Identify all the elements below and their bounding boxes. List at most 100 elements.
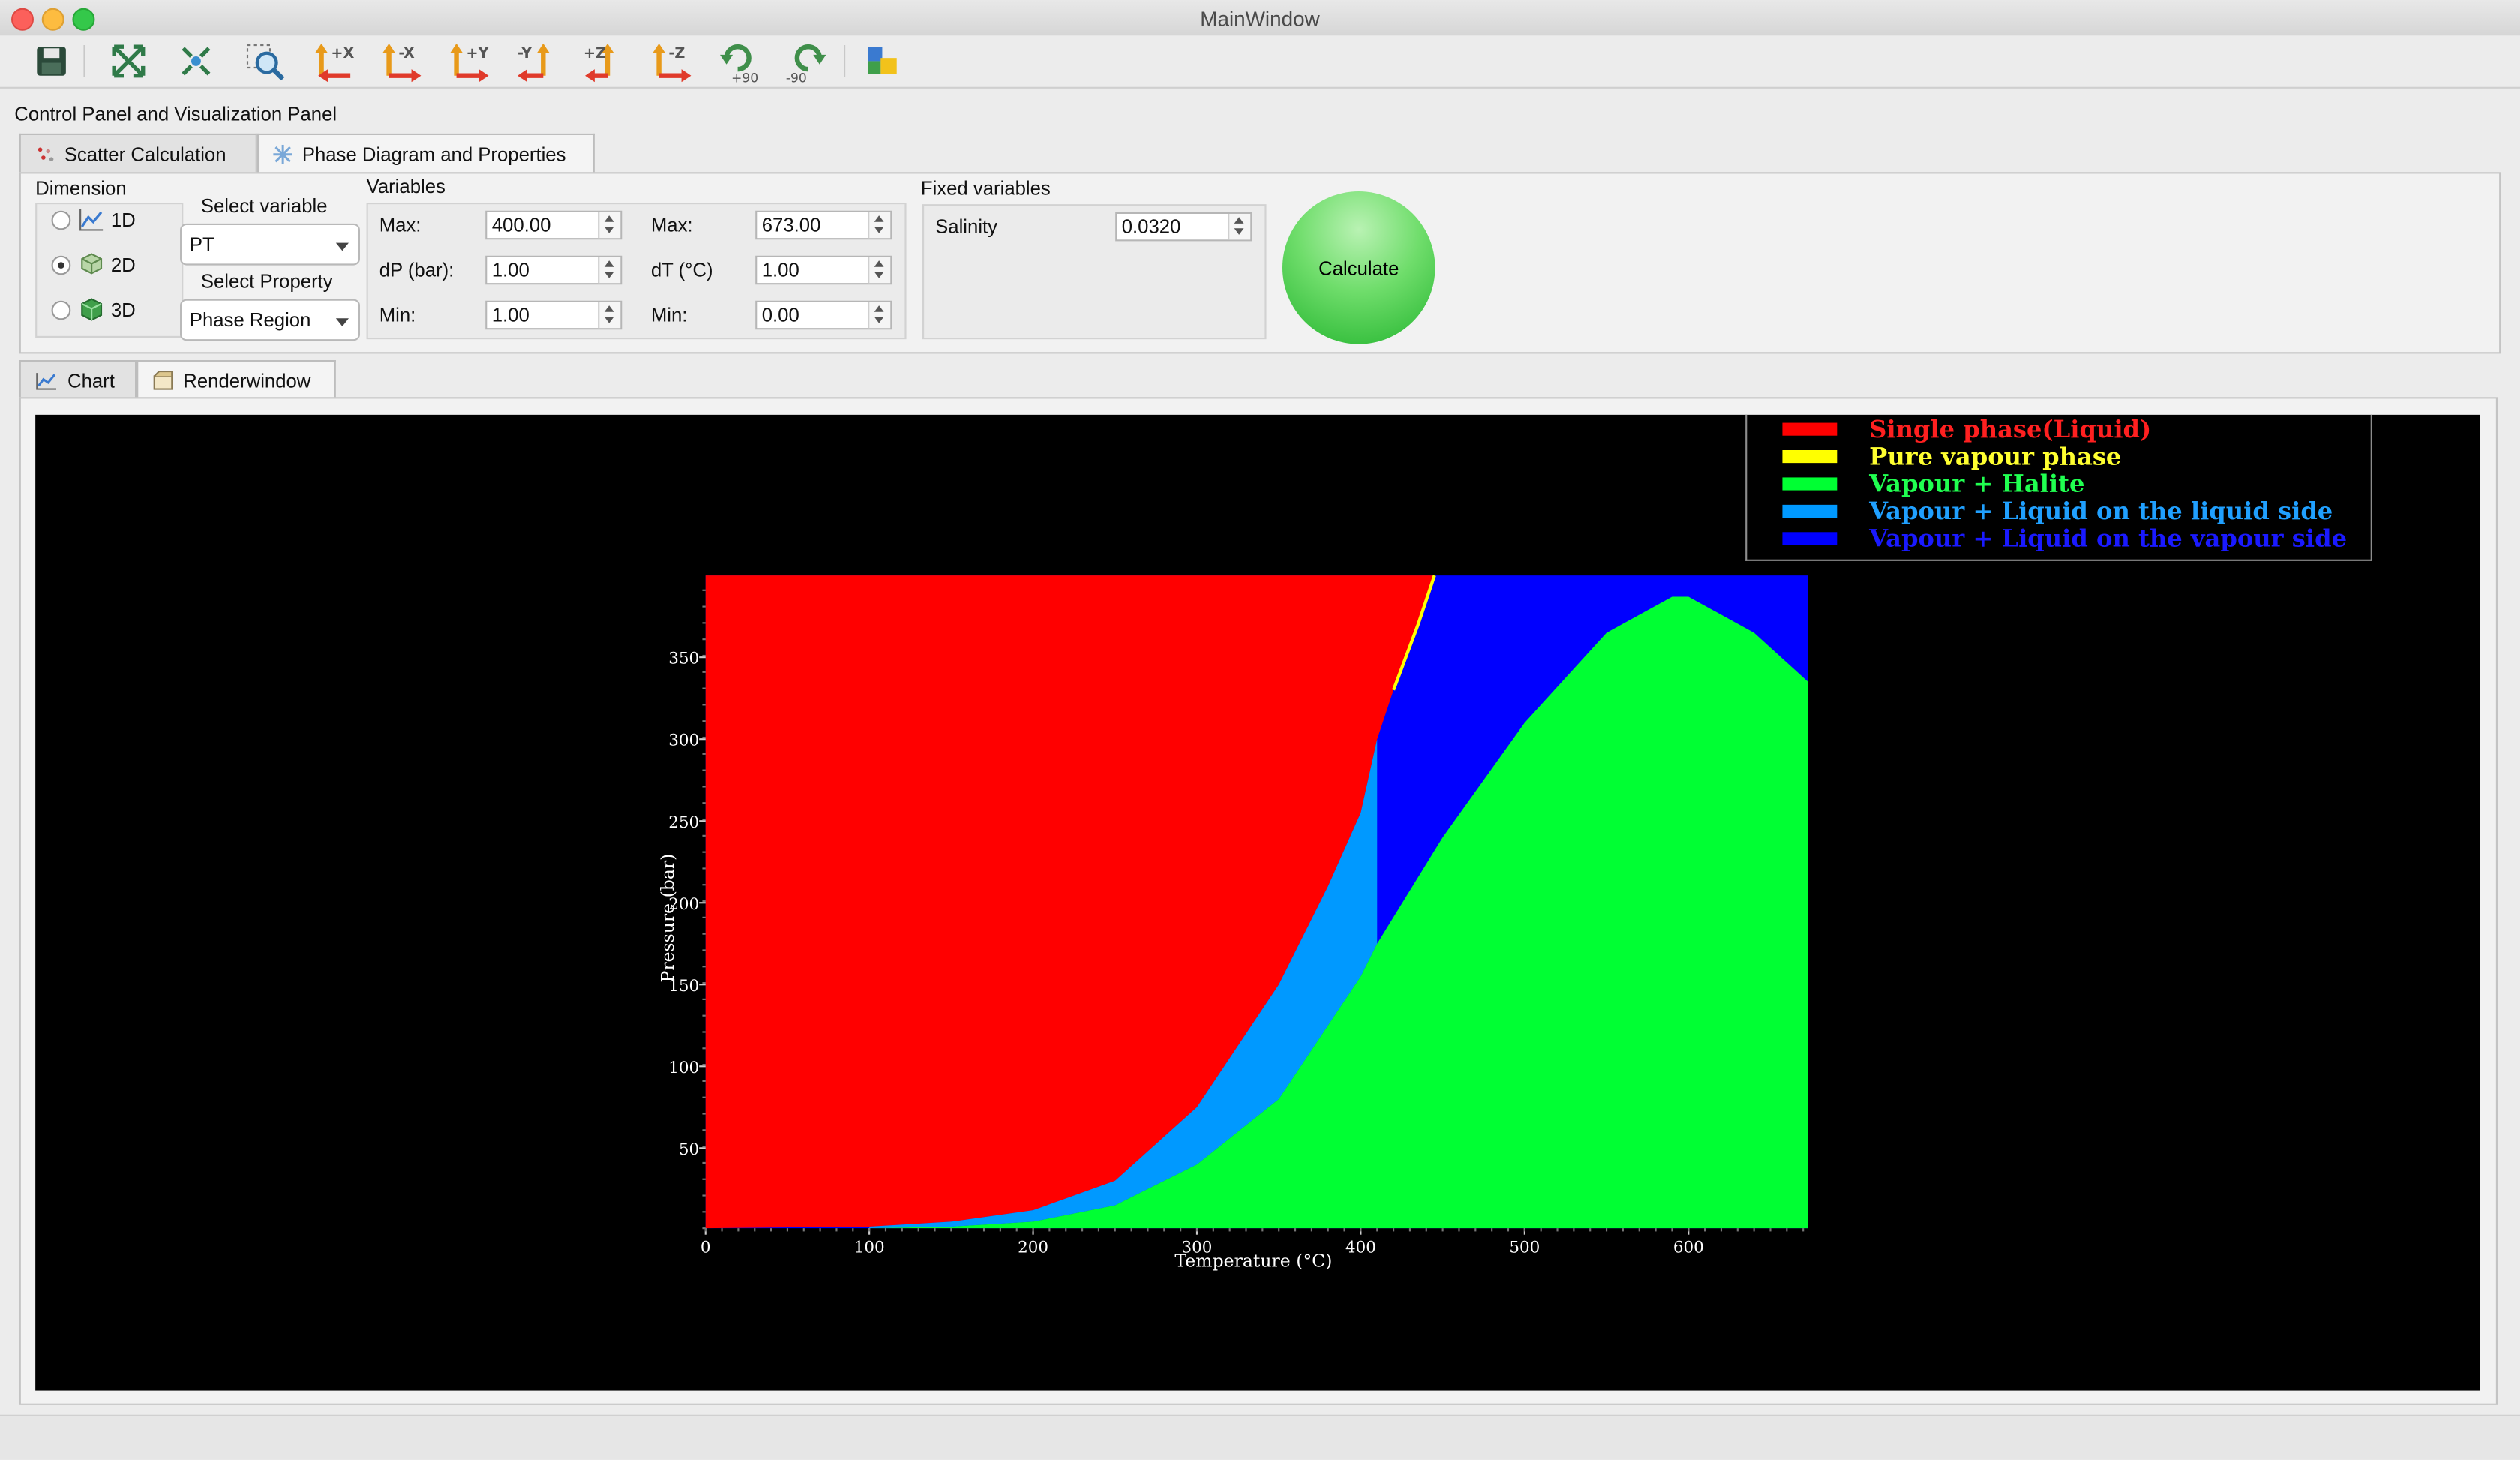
legend-item: Pure vapour phase (1782, 441, 2121, 470)
main-toolbar: +X -X +Y -Y +Z -Z +90 -90 (0, 35, 2520, 89)
y-tick-label: 300 (668, 732, 699, 750)
arrow-up-icon (1234, 217, 1244, 224)
spin-buttons[interactable] (1228, 214, 1251, 240)
view-plus-y-button[interactable]: +Y (447, 41, 492, 83)
dimension-3d-radio[interactable] (51, 300, 71, 320)
salinity-spinbox[interactable]: 0.0320 (1115, 212, 1252, 242)
temperature-min-spinbox[interactable]: 0.00 (755, 300, 892, 330)
svg-text:-Y: -Y (518, 44, 532, 62)
rotate-minus-90-icon: -90 (786, 44, 826, 83)
spin-buttons[interactable] (868, 257, 891, 284)
dimension-1d-radio[interactable] (51, 210, 71, 230)
arrow-down-icon (604, 227, 614, 233)
view-plus-z-button[interactable]: +Z (582, 41, 627, 83)
salinity-label: Salinity (935, 215, 998, 239)
arrow-up-icon (874, 305, 884, 312)
surface-icon (81, 253, 103, 275)
tab-chart[interactable]: Chart (19, 360, 137, 399)
view-plus-x-icon: +X (315, 43, 355, 83)
select-property-value: Phase Region (189, 308, 311, 332)
zoom-region-button[interactable] (243, 41, 288, 83)
tab-chart-label: Chart (68, 368, 115, 392)
chart-legend: Single phase(Liquid) Pure vapour phase V… (1745, 414, 2372, 561)
variables-title: Variables (366, 175, 446, 198)
y-tick-label: 100 (668, 1059, 699, 1077)
salinity-value: 0.0320 (1121, 215, 1181, 239)
select-variable-label: Select variable (200, 194, 328, 218)
dimension-2d-label: 2D (110, 254, 136, 277)
select-property-label: Select Property (200, 270, 333, 293)
title-bar: MainWindow (0, 0, 2520, 38)
temperature-max-label: Max: (650, 214, 693, 236)
line-chart-icon (80, 209, 104, 231)
view-minus-x-button[interactable]: -X (380, 41, 424, 83)
x-tick-label: 400 (1346, 1238, 1376, 1257)
layers-button[interactable] (860, 41, 904, 83)
spin-buttons[interactable] (868, 212, 891, 239)
select-variable-dropdown[interactable]: PT (180, 223, 360, 266)
pressure-min-label: Min: (379, 304, 416, 326)
line-chart-icon (36, 372, 56, 389)
arrow-down-icon (874, 272, 884, 278)
fit-view-icon (112, 44, 146, 78)
scatter-view-button[interactable] (173, 41, 218, 83)
save-button[interactable] (29, 41, 74, 83)
spin-buttons[interactable] (598, 212, 621, 239)
view-minus-z-button[interactable]: -Z (650, 41, 694, 83)
pressure-max-spinbox[interactable]: 400.00 (485, 210, 622, 240)
render-window-icon (153, 371, 173, 390)
rotate-plus-90-icon: +90 (720, 44, 758, 83)
spin-buttons[interactable] (598, 302, 621, 329)
rotate-plus-90-button[interactable]: +90 (717, 41, 762, 83)
legend-item: Vapour + Liquid on the liquid side (1782, 496, 2332, 525)
tab-renderwindow[interactable]: Renderwindow (136, 360, 336, 401)
scatter-icon (38, 146, 54, 161)
x-tick-label: 500 (1509, 1238, 1540, 1257)
arrow-down-icon (874, 227, 884, 233)
x-tick-label: 100 (854, 1238, 885, 1257)
view-minus-y-button[interactable]: -Y (514, 41, 560, 83)
dt-label: dT (°C) (650, 259, 713, 281)
layers-icon (868, 47, 897, 74)
view-plus-x-button[interactable]: +X (312, 41, 357, 83)
svg-text:-Z: -Z (668, 44, 685, 62)
svg-text:+90: +90 (731, 71, 758, 83)
chevron-down-icon (335, 318, 349, 326)
legend-label: Vapour + Liquid on the vapour side (1869, 523, 2348, 553)
dimension-2d-radio[interactable] (51, 255, 71, 275)
x-tick-label: 200 (1018, 1238, 1048, 1257)
view-minus-y-icon: -Y (518, 43, 550, 83)
tab-phase-diagram[interactable]: Phase Diagram and Properties (256, 133, 595, 174)
calculate-button[interactable]: Calculate (1282, 191, 1436, 344)
cube-icon (81, 298, 103, 321)
svg-text:-X: -X (398, 44, 414, 62)
arrow-up-icon (874, 215, 884, 222)
tab-renderwindow-label: Renderwindow (183, 369, 311, 392)
select-variable-value: PT (189, 233, 214, 256)
tab-scatter-calculation[interactable]: Scatter Calculation (19, 133, 257, 173)
arrow-down-icon (1234, 228, 1244, 235)
legend-item: Single phase(Liquid) (1782, 414, 2151, 443)
render-window[interactable]: 0 100 200 300 400 500 600 50 100 150 200 250 300 350 T… (35, 414, 2480, 1391)
x-axis-title: Temperature (°C) (1174, 1251, 1332, 1272)
select-property-dropdown[interactable]: Phase Region (180, 299, 360, 341)
pressure-min-spinbox[interactable]: 1.00 (485, 300, 622, 330)
fit-view-button[interactable] (106, 41, 151, 83)
legend-swatch (1782, 476, 1838, 490)
spin-buttons[interactable] (598, 257, 621, 284)
scatter-view-icon (182, 47, 211, 76)
rotate-minus-90-button[interactable]: -90 (784, 41, 830, 83)
dt-spinbox[interactable]: 1.00 (755, 255, 892, 285)
spin-buttons[interactable] (868, 302, 891, 329)
save-icon (37, 47, 66, 76)
temperature-max-spinbox[interactable]: 673.00 (755, 210, 892, 240)
view-plus-y-icon: +Y (450, 43, 490, 83)
arrow-up-icon (874, 260, 884, 267)
dp-spinbox[interactable]: 1.00 (485, 255, 622, 285)
phase-diagram-plot: 0 100 200 300 400 500 60050100150200250300350T… (657, 575, 1808, 1272)
legend-label: Vapour + Halite (1869, 468, 2085, 498)
dimension-title: Dimension (35, 176, 127, 200)
dimension-1d-label: 1D (110, 209, 136, 232)
chevron-down-icon (335, 242, 349, 251)
arrow-up-icon (604, 215, 614, 222)
